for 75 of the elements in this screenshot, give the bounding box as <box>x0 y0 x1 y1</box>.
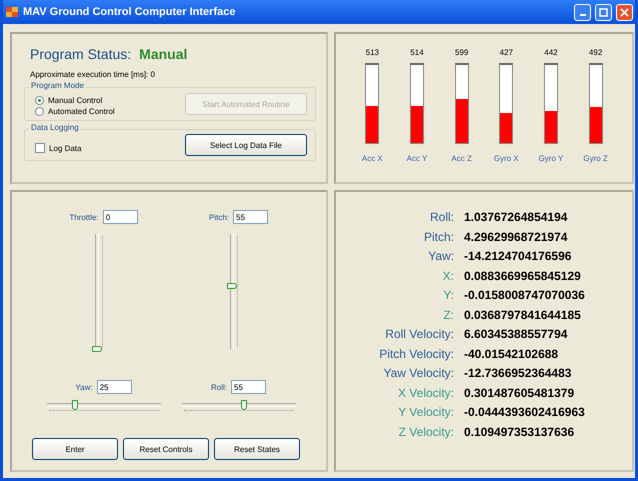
sensor-label: Acc Y <box>406 154 428 163</box>
control-label: Throttle: <box>69 212 99 222</box>
sensor-label: Gyro Y <box>538 154 564 163</box>
radio-label[interactable]: Manual Control <box>48 96 102 105</box>
minimize-button[interactable] <box>574 4 591 20</box>
sensor-reading: 427 <box>500 48 513 57</box>
group-title: Program Mode <box>29 81 86 90</box>
execution-time: Approximate execution time [ms]: 0 <box>30 70 156 79</box>
radio-button[interactable] <box>35 107 44 116</box>
reset-states-button[interactable]: Reset States <box>214 438 300 460</box>
slider-thumb[interactable] <box>72 400 78 410</box>
state-value: 6.60345388557794 <box>464 327 568 342</box>
sensor-reading: 513 <box>366 48 379 57</box>
radio-label[interactable]: Automated Control <box>48 107 115 116</box>
state-label: X: <box>442 268 454 284</box>
status-value: Manual <box>139 46 188 62</box>
slider-thumb[interactable] <box>92 346 102 352</box>
minimize-icon <box>580 14 586 16</box>
status-label: Program Status: <box>30 46 132 62</box>
sensor-label: Gyro Z <box>583 154 608 163</box>
maximize-icon <box>599 8 608 16</box>
state-label: Yaw Velocity: <box>382 366 454 382</box>
sensor-label: Gyro X <box>494 154 519 163</box>
state-label: Yaw: <box>427 249 454 264</box>
reset-controls-button[interactable]: Reset Controls <box>123 438 209 460</box>
sensor-label: Acc Z <box>451 154 472 163</box>
maximize-button[interactable] <box>595 4 612 20</box>
state-value: -0.0158008747070036 <box>464 288 586 304</box>
state-label: Z: <box>442 308 454 323</box>
radio-button[interactable] <box>35 96 44 105</box>
input-field[interactable]: 55 <box>231 380 266 394</box>
checkbox[interactable] <box>35 143 45 153</box>
input-field[interactable]: 25 <box>96 380 132 394</box>
state-value: 0.0883669965845129 <box>464 268 582 284</box>
checkbox-label[interactable]: Log Data <box>49 144 82 152</box>
state-label: Pitch: <box>422 230 454 245</box>
group-title: Data Logging <box>29 123 81 132</box>
control-label: Yaw: <box>75 382 93 392</box>
sensor-reading: 514 <box>410 48 424 57</box>
input-field[interactable]: 55 <box>233 210 268 224</box>
slider-thumb[interactable] <box>241 400 248 410</box>
app-icon <box>5 5 19 19</box>
state-label: Roll Velocity: <box>384 327 454 342</box>
sensor-reading: 599 <box>454 48 468 57</box>
control-label: Pitch: <box>208 212 229 222</box>
vertical-slider[interactable] <box>226 234 240 349</box>
state-label: X Velocity: <box>396 386 454 401</box>
sensor-reading: 442 <box>544 48 558 57</box>
select-file-button[interactable]: Select Log Data File <box>185 134 307 156</box>
close-icon <box>620 8 629 16</box>
vertical-slider[interactable] <box>92 234 106 349</box>
horizontal-slider[interactable] <box>46 400 160 414</box>
state-value: 0.0368797841644185 <box>464 308 582 323</box>
state-value: 1.03767264854194 <box>464 210 568 226</box>
close-button[interactable] <box>616 4 633 20</box>
enter-button[interactable]: Enter <box>32 438 118 460</box>
state-label: Z Velocity: <box>398 424 454 440</box>
window-title: MAV Ground Control Computer Interface <box>23 6 236 18</box>
state-value: 0.109497353137636 <box>464 424 576 440</box>
sensor-reading: 492 <box>588 48 602 57</box>
state-label: Roll: <box>428 210 454 226</box>
state-label: Pitch Velocity: <box>378 346 454 362</box>
state-value: -14.2124704176596 <box>464 249 572 264</box>
state-value: 4.29629968721974 <box>464 230 568 245</box>
control-label: Roll: <box>210 382 227 392</box>
sensor-label: Acc X <box>362 154 383 163</box>
state-label: Y Velocity: <box>397 405 454 420</box>
state-value: -12.7366952364483 <box>464 366 572 382</box>
state-value: -40.01542102688 <box>464 346 560 362</box>
state-value: 0.301487605481379 <box>464 386 576 401</box>
slider-thumb[interactable] <box>226 282 236 289</box>
state-value: -0.0444393602416963 <box>464 405 586 420</box>
input-field[interactable]: 0 <box>102 210 138 224</box>
state-label: Y: <box>442 288 454 304</box>
horizontal-slider[interactable] <box>182 400 296 414</box>
